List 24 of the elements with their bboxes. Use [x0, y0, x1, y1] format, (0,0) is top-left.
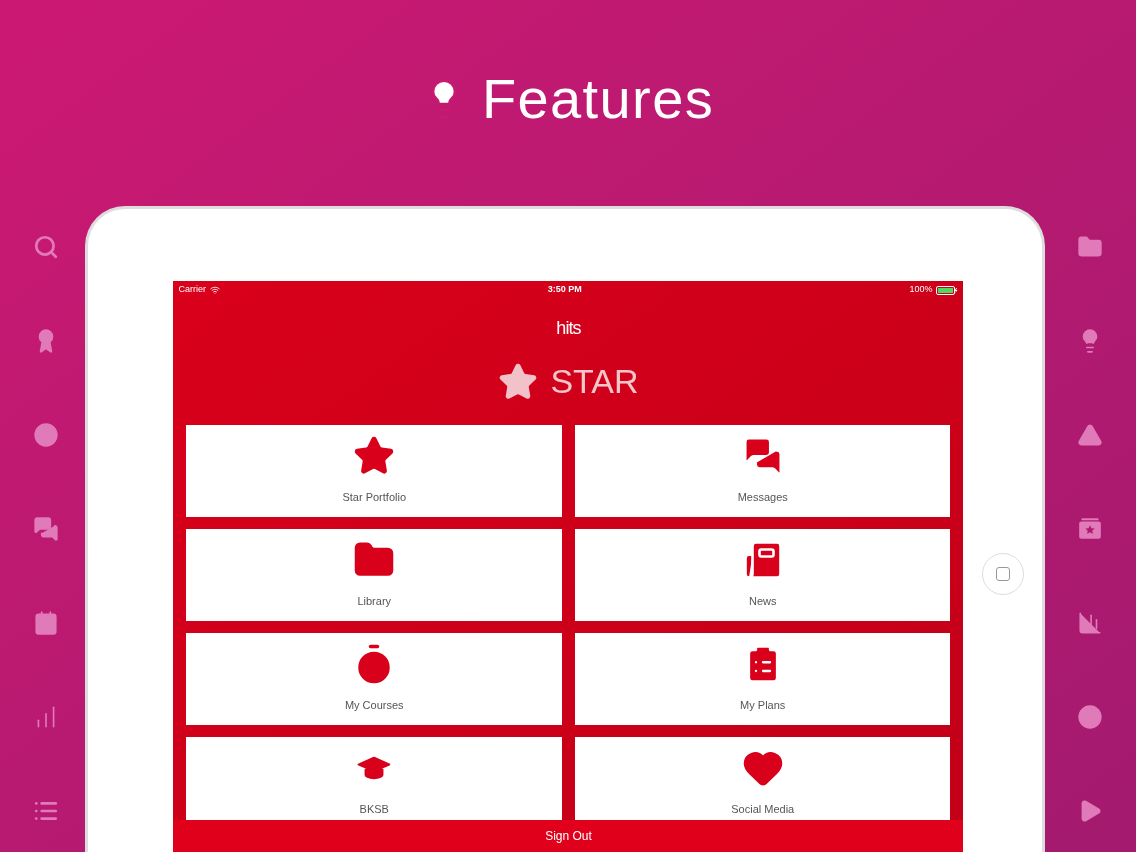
- battery-percent: 100%: [909, 283, 933, 297]
- menu-tile[interactable]: My Courses: [186, 633, 562, 725]
- menu-tile[interactable]: Library: [186, 529, 562, 621]
- menu-tile[interactable]: Messages: [575, 425, 951, 517]
- sign-out-button[interactable]: Sign Out: [173, 820, 964, 852]
- chat-bubbles-icon: [32, 516, 59, 542]
- menu-tile[interactable]: BKSB: [186, 737, 562, 820]
- features-title: Features: [481, 66, 715, 132]
- app-logo: hits: [556, 317, 581, 340]
- star-icon: [353, 435, 396, 477]
- menu-tile[interactable]: My Plans: [575, 633, 951, 725]
- battery-icon: [936, 285, 959, 295]
- carrier-label: Carrier: [178, 283, 206, 297]
- wifi-icon: [210, 285, 220, 295]
- star-box-icon: [1077, 516, 1104, 542]
- clock-time: 3:50 PM: [547, 283, 582, 297]
- calendar-icon: [32, 610, 59, 636]
- menu-tile[interactable]: Star Portfolio: [186, 425, 562, 517]
- app-title: STAR: [550, 361, 639, 402]
- menu-tile[interactable]: Social Media: [575, 737, 951, 820]
- square-icon: [995, 566, 1010, 581]
- menu-tile[interactable]: News: [575, 529, 951, 621]
- star-icon: [498, 361, 539, 402]
- search-icon: [32, 234, 59, 260]
